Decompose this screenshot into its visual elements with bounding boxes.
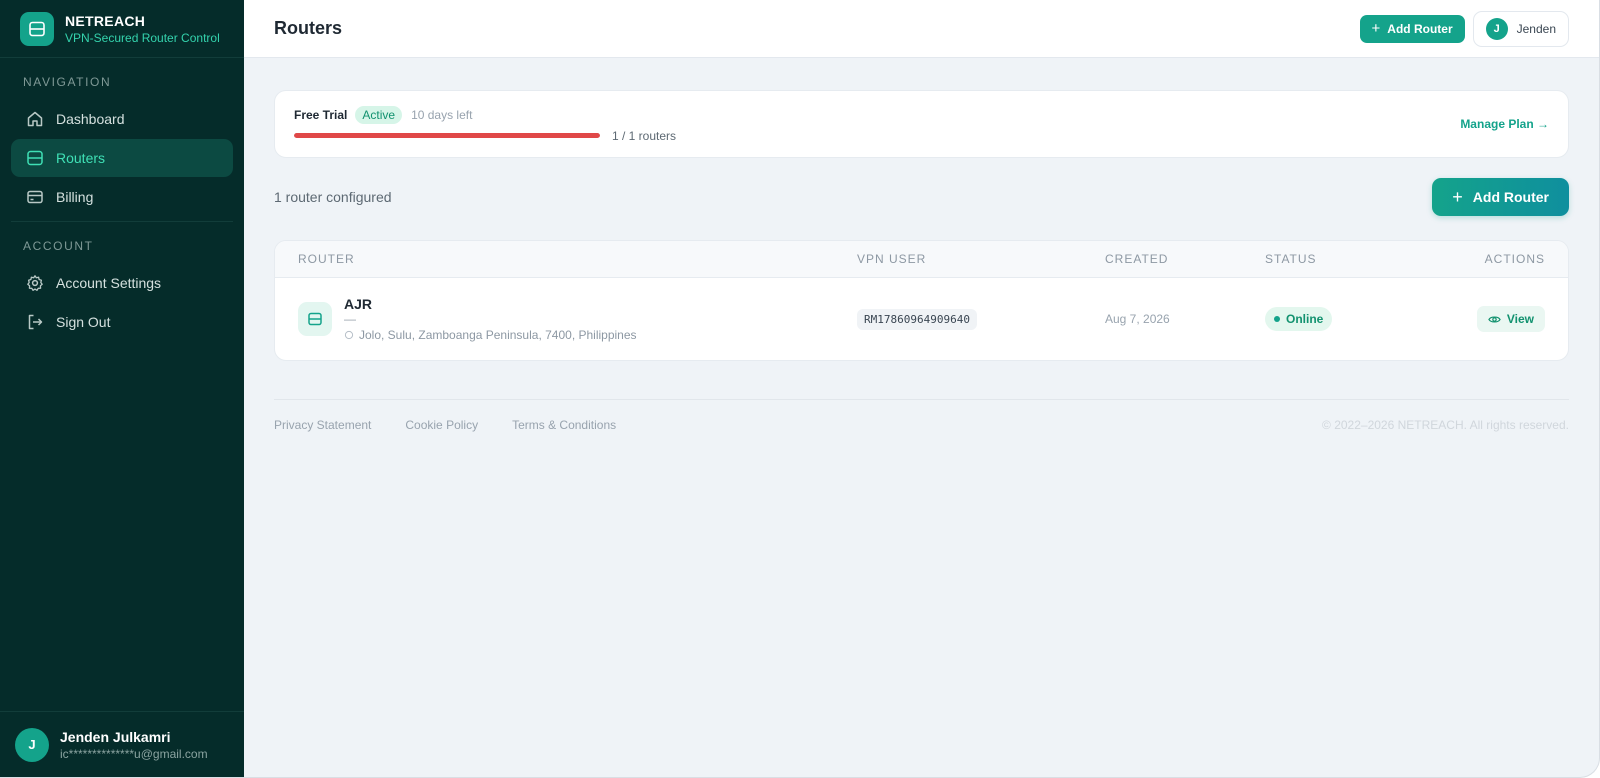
avatar: J [1485,17,1508,40]
button-label: View [1506,312,1534,326]
router-name: AJR [344,296,373,312]
location-pin-icon [344,330,354,340]
column-header-status: STATUS [1265,252,1317,266]
sidebar-user-profile[interactable]: J Jenden Julkamri ic**************u@gmai… [0,711,244,777]
sidebar: NETREACH VPN-Secured Router Control NAVI… [0,0,244,777]
brand[interactable]: NETREACH VPN-Secured Router Control [0,0,244,58]
eye-icon [1488,315,1501,323]
table-row[interactable]: AJR — Jolo, Sulu, Zamboanga Peninsula, 7… [275,278,1568,360]
created-date: Aug 7, 2026 [1105,312,1170,326]
router-icon [27,150,43,166]
plan-name: Free Trial [294,107,348,122]
header-add-router-button[interactable]: + Add Router [1359,14,1465,43]
usage-text: 1 / 1 routers [612,128,677,143]
status-badge: Online [1265,307,1333,331]
topbar: Routers + Add Router J Jenden [244,0,1599,58]
nav-section-heading: NAVIGATION [23,75,112,89]
router-description: — [344,312,356,326]
account-section-heading: ACCOUNT [23,239,94,253]
user-menu-button[interactable]: J Jenden [1472,10,1569,47]
plus-icon: + [1452,186,1463,207]
view-router-button[interactable]: View [1476,306,1545,332]
routers-toolbar: 1 router configured + Add Router [274,178,1569,216]
plus-icon: + [1371,20,1381,37]
router-location: Jolo, Sulu, Zamboanga Peninsula, 7400, P… [344,328,637,342]
sidebar-item-label: Billing [56,189,94,205]
table-header: ROUTER VPN USER CREATED STATUS ACTIONS [275,241,1568,278]
main-content: Routers + Add Router J Jenden Free Trial… [244,0,1599,777]
router-icon [298,302,332,336]
sign-out-icon [28,314,43,330]
sidebar-item-label: Sign Out [56,314,111,330]
usage-progress-bar [294,133,600,138]
user-chip-name: Jenden [1516,21,1556,36]
home-icon [27,111,43,127]
sidebar-item-billing[interactable]: Billing [11,178,233,216]
app-window: NETREACH VPN-Secured Router Control NAVI… [0,0,1600,778]
user-name: Jenden Julkamri [60,728,171,745]
usage-progress-fill [294,133,600,138]
nav-divider [11,221,233,222]
user-email: ic**************u@gmail.com [60,746,208,761]
avatar: J [15,727,49,762]
status-dot [1274,316,1280,322]
sidebar-item-label: Routers [56,150,106,166]
sidebar-item-sign-out[interactable]: Sign Out [11,303,233,341]
credit-card-icon [27,190,43,204]
button-label: Add Router [1387,21,1453,36]
add-router-button[interactable]: + Add Router [1432,178,1569,216]
cookie-policy-link[interactable]: Cookie Policy [405,418,478,432]
column-header-vpn-user: VPN USER [857,252,927,266]
brand-tagline: VPN-Secured Router Control [65,30,220,45]
router-logo-icon [20,11,54,46]
privacy-statement-link[interactable]: Privacy Statement [274,418,371,432]
content-area: Free Trial Active 10 days left 1 / 1 rou… [244,58,1599,432]
router-location-text: Jolo, Sulu, Zamboanga Peninsula, 7400, P… [359,328,637,342]
column-header-router: ROUTER [298,252,355,266]
brand-name: NETREACH [65,12,146,29]
column-header-actions: ACTIONS [1484,252,1545,266]
days-left: 10 days left [411,107,473,122]
copyright-text: © 2022–2026 NETREACH. All rights reserve… [1322,418,1569,432]
footer-divider [274,399,1569,400]
button-label: Add Router [1472,189,1549,205]
sidebar-item-label: Dashboard [56,111,125,127]
manage-plan-link[interactable]: Manage Plan → [1460,117,1549,131]
router-count-text: 1 router configured [274,189,392,205]
routers-table: ROUTER VPN USER CREATED STATUS ACTIONS A… [274,240,1569,361]
sidebar-item-account-settings[interactable]: Account Settings [11,264,233,302]
page-title: Routers [274,18,343,38]
column-header-created: CREATED [1105,252,1169,266]
vpn-user-code: RM17860964909640 [857,308,977,330]
terms-conditions-link[interactable]: Terms & Conditions [512,418,616,432]
plan-card: Free Trial Active 10 days left 1 / 1 rou… [274,90,1569,158]
sidebar-item-label: Account Settings [56,275,162,291]
sidebar-item-dashboard[interactable]: Dashboard [11,100,233,138]
status-badge: Active [355,105,403,124]
status-text: Online [1286,312,1324,326]
gear-icon [27,275,43,291]
sidebar-item-routers[interactable]: Routers [11,139,233,177]
footer: Privacy Statement Cookie Policy Terms & … [274,418,1569,432]
